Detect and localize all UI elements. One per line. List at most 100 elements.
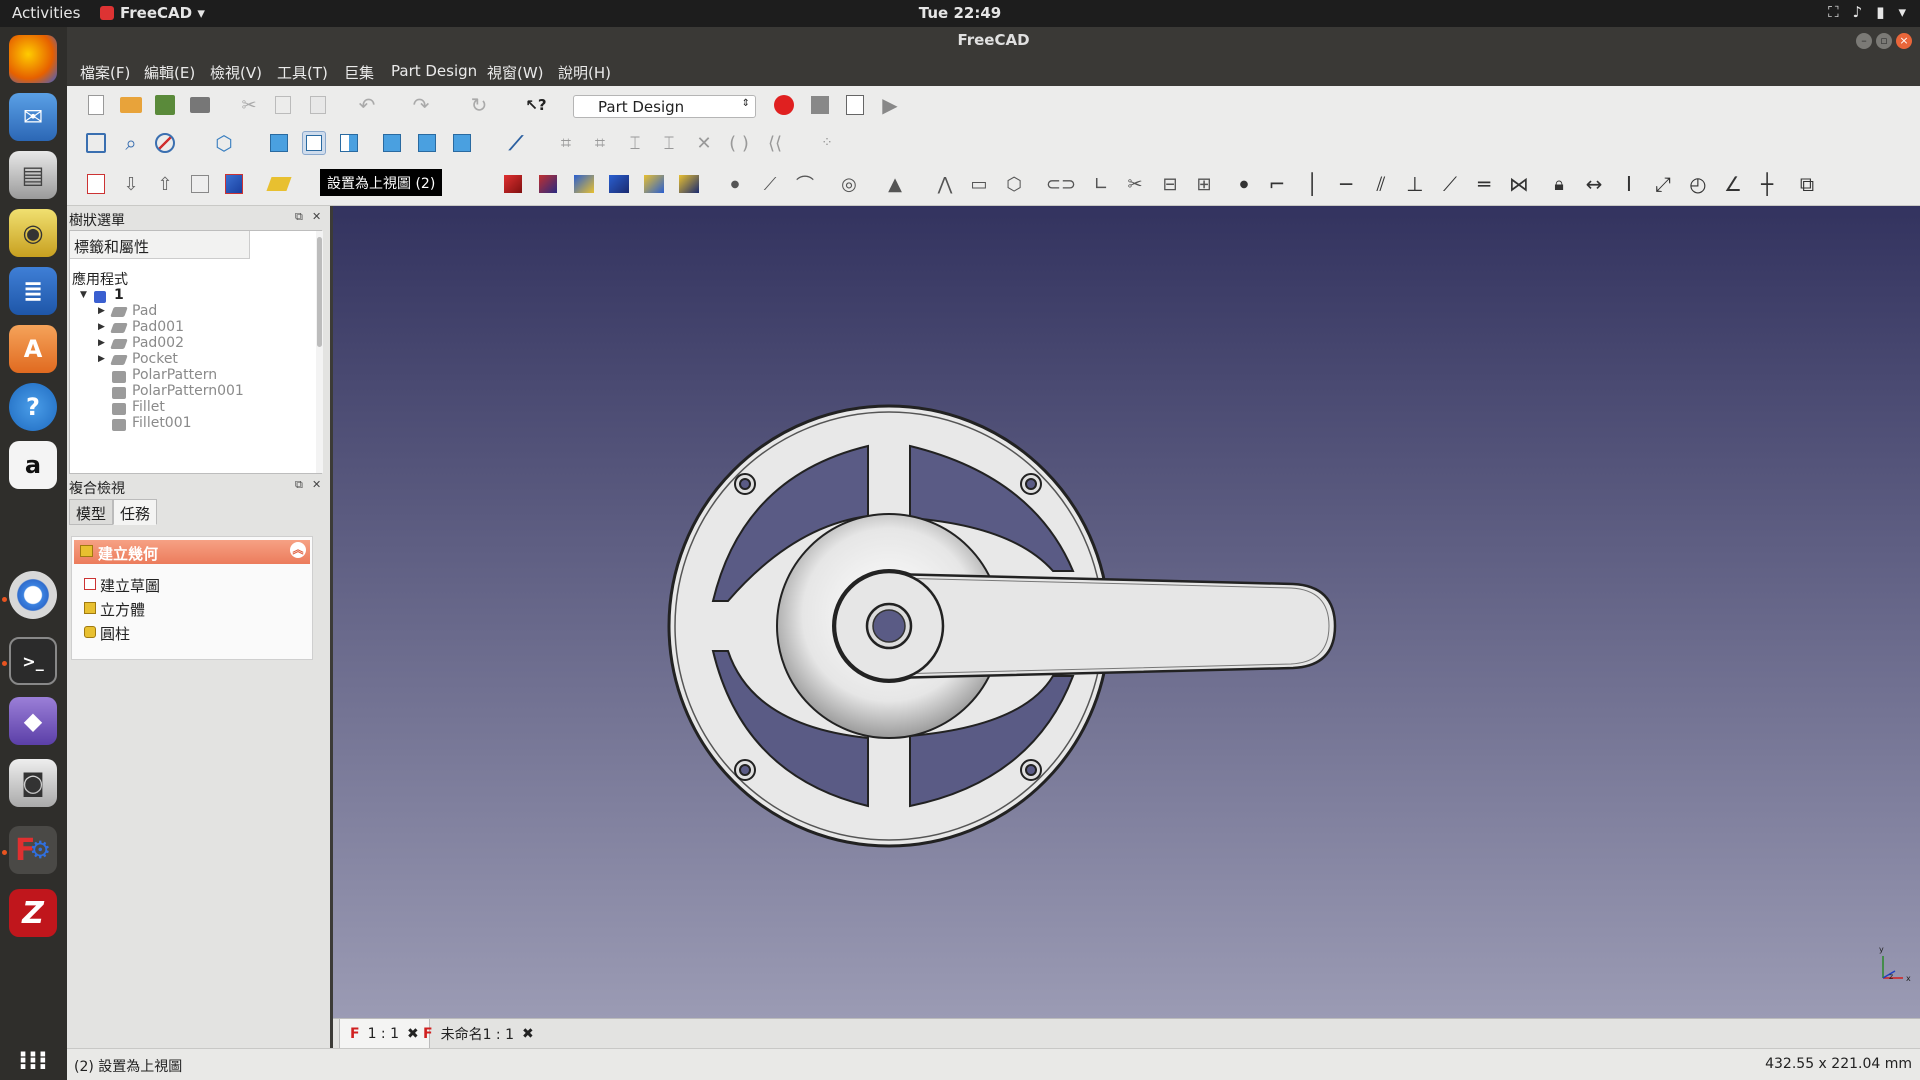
tree-document[interactable]: 1 <box>114 287 124 303</box>
cut-icon[interactable]: ✂ <box>237 93 261 117</box>
new-document-icon[interactable] <box>84 93 108 117</box>
macro-edit-icon[interactable] <box>843 93 867 117</box>
workbench-selector[interactable]: Part Design ⇕ <box>573 95 756 118</box>
constraint-icon[interactable]: ✕ <box>692 131 716 155</box>
constraint-icon[interactable]: ⌶ <box>657 131 681 155</box>
front-view-icon[interactable] <box>267 131 291 155</box>
task-create-sketch[interactable]: 建立草圖 <box>100 575 160 596</box>
fit-selection-icon[interactable]: ⌕ <box>119 131 143 155</box>
tangent-icon[interactable]: ⟋ <box>1438 172 1462 196</box>
tree-scrollbar[interactable] <box>316 231 323 473</box>
maximize-button[interactable]: ▫ <box>1876 33 1892 49</box>
close-icon[interactable]: ✕ <box>312 478 321 491</box>
parallel-icon[interactable]: ⫽ <box>1369 172 1393 196</box>
tree-item[interactable]: Pad002 <box>132 335 184 351</box>
perpendicular-icon[interactable]: ⊥ <box>1403 172 1427 196</box>
symmetric-icon[interactable]: ⋈ <box>1507 172 1531 196</box>
constraint-icon[interactable]: ⁘ <box>815 131 839 155</box>
rectangle-icon[interactable]: ▭ <box>967 172 991 196</box>
volume-icon[interactable]: ♪ <box>1853 3 1863 21</box>
arc-icon[interactable]: ⌒ <box>793 172 817 196</box>
draw-style-icon[interactable] <box>153 131 177 155</box>
chevron-down-icon[interactable]: ▾ <box>1898 3 1906 21</box>
menu-help[interactable]: 說明(H) <box>558 62 611 83</box>
constraint-icon[interactable]: ⟨⟨ <box>763 131 787 155</box>
open-icon[interactable] <box>119 93 143 117</box>
fillet-icon[interactable]: ∟ <box>1089 172 1113 196</box>
tree-item[interactable]: PolarPattern001 <box>132 383 244 399</box>
firefox-icon[interactable] <box>9 35 57 83</box>
expand-arrow-icon[interactable]: ▶ <box>98 322 105 332</box>
pocket-icon[interactable] <box>536 172 560 196</box>
coincident-icon[interactable]: ● <box>1232 172 1256 196</box>
rear-view-icon[interactable] <box>380 131 404 155</box>
view-sketch-icon[interactable] <box>188 172 212 196</box>
print-icon[interactable] <box>188 93 212 117</box>
task-cylinder[interactable]: 圓柱 <box>100 623 130 644</box>
rhythmbox-icon[interactable]: ◉ <box>9 209 57 257</box>
export-icon[interactable]: ⇧ <box>153 172 177 196</box>
tree-item[interactable]: Pocket <box>132 351 178 367</box>
float-icon[interactable]: ⧉ <box>295 210 303 224</box>
terminal-icon[interactable]: >_ <box>9 637 57 685</box>
stop-macro-icon[interactable] <box>808 93 832 117</box>
slot-icon[interactable]: ⊂⊃ <box>1046 172 1076 196</box>
vertical-icon[interactable]: │ <box>1300 172 1324 196</box>
app-icon[interactable]: ◆ <box>9 697 57 745</box>
show-apps-icon[interactable]: ⁝⁝⁝ <box>9 1037 57 1080</box>
refresh-icon[interactable]: ↻ <box>467 93 491 117</box>
datum-plane-icon[interactable] <box>266 172 292 196</box>
redo-icon[interactable]: ↷ <box>409 93 433 117</box>
groove-icon[interactable] <box>607 172 631 196</box>
float-icon[interactable]: ⧉ <box>295 478 303 492</box>
lock-icon[interactable]: 🔒︎ <box>1547 172 1571 196</box>
software-center-icon[interactable]: A <box>9 325 57 373</box>
expand-arrow-icon[interactable]: ▶ <box>98 338 105 348</box>
whats-this-icon[interactable]: ↖? <box>524 93 548 117</box>
expand-arrow-icon[interactable]: ▶ <box>98 306 105 316</box>
right-view-icon[interactable] <box>337 131 361 155</box>
top-view-button[interactable] <box>302 131 326 155</box>
close-icon[interactable]: ✖ <box>522 1026 534 1042</box>
expand-arrow-icon[interactable]: ▼ <box>80 290 87 300</box>
radius-icon[interactable]: ◴ <box>1686 172 1710 196</box>
app-menu[interactable]: FreeCAD ▾ <box>100 4 205 22</box>
toggle-driving-icon[interactable]: ⧉ <box>1795 172 1819 196</box>
fit-all-icon[interactable] <box>84 131 108 155</box>
close-icon[interactable]: ✕ <box>312 210 321 223</box>
chromium-icon[interactable] <box>9 571 57 619</box>
additive-loft-icon[interactable] <box>642 172 666 196</box>
menu-tools[interactable]: 工具(T) <box>277 62 328 83</box>
menu-part-design[interactable]: Part Design <box>391 62 477 80</box>
pad-icon[interactable] <box>501 172 525 196</box>
paste-icon[interactable] <box>306 93 330 117</box>
filezilla-icon[interactable]: Z <box>9 889 57 937</box>
task-cube[interactable]: 立方體 <box>100 599 145 620</box>
external-geometry-icon[interactable]: ⊟ <box>1158 172 1182 196</box>
play-macro-icon[interactable]: ▶ <box>878 93 902 117</box>
tree-item[interactable]: PolarPattern <box>132 367 217 383</box>
menu-windows[interactable]: 視窗(W) <box>487 62 544 83</box>
point-on-object-icon[interactable]: ⌐ <box>1265 172 1289 196</box>
minimize-button[interactable]: – <box>1856 33 1872 49</box>
tree-item[interactable]: Fillet <box>132 399 165 415</box>
horizontal-icon[interactable]: ─ <box>1334 172 1358 196</box>
measure-icon[interactable]: ⟋ <box>504 131 528 155</box>
bottom-view-icon[interactable] <box>415 131 439 155</box>
horizontal-distance-icon[interactable]: ↔ <box>1582 172 1606 196</box>
distance-icon[interactable]: ⤢ <box>1651 172 1675 196</box>
conic-icon[interactable]: ▲ <box>883 172 907 196</box>
thunderbird-icon[interactable]: ✉ <box>9 93 57 141</box>
save-icon[interactable] <box>153 93 177 117</box>
trim-icon[interactable]: ✂ <box>1123 172 1147 196</box>
polygon-icon[interactable]: ⬡ <box>1002 172 1026 196</box>
angle-icon[interactable]: ∠ <box>1721 172 1745 196</box>
amazon-icon[interactable]: a <box>9 441 57 489</box>
equal-icon[interactable]: ═ <box>1472 172 1496 196</box>
menu-view[interactable]: 檢視(V) <box>210 62 262 83</box>
point-icon[interactable]: ● <box>723 172 747 196</box>
freecad-dock-icon[interactable]: F ⚙ <box>9 826 57 874</box>
tab-tasks[interactable]: 任務 <box>113 499 158 525</box>
expand-arrow-icon[interactable]: ▶ <box>98 354 105 364</box>
constraint-icon[interactable]: ⌗ <box>554 131 578 155</box>
